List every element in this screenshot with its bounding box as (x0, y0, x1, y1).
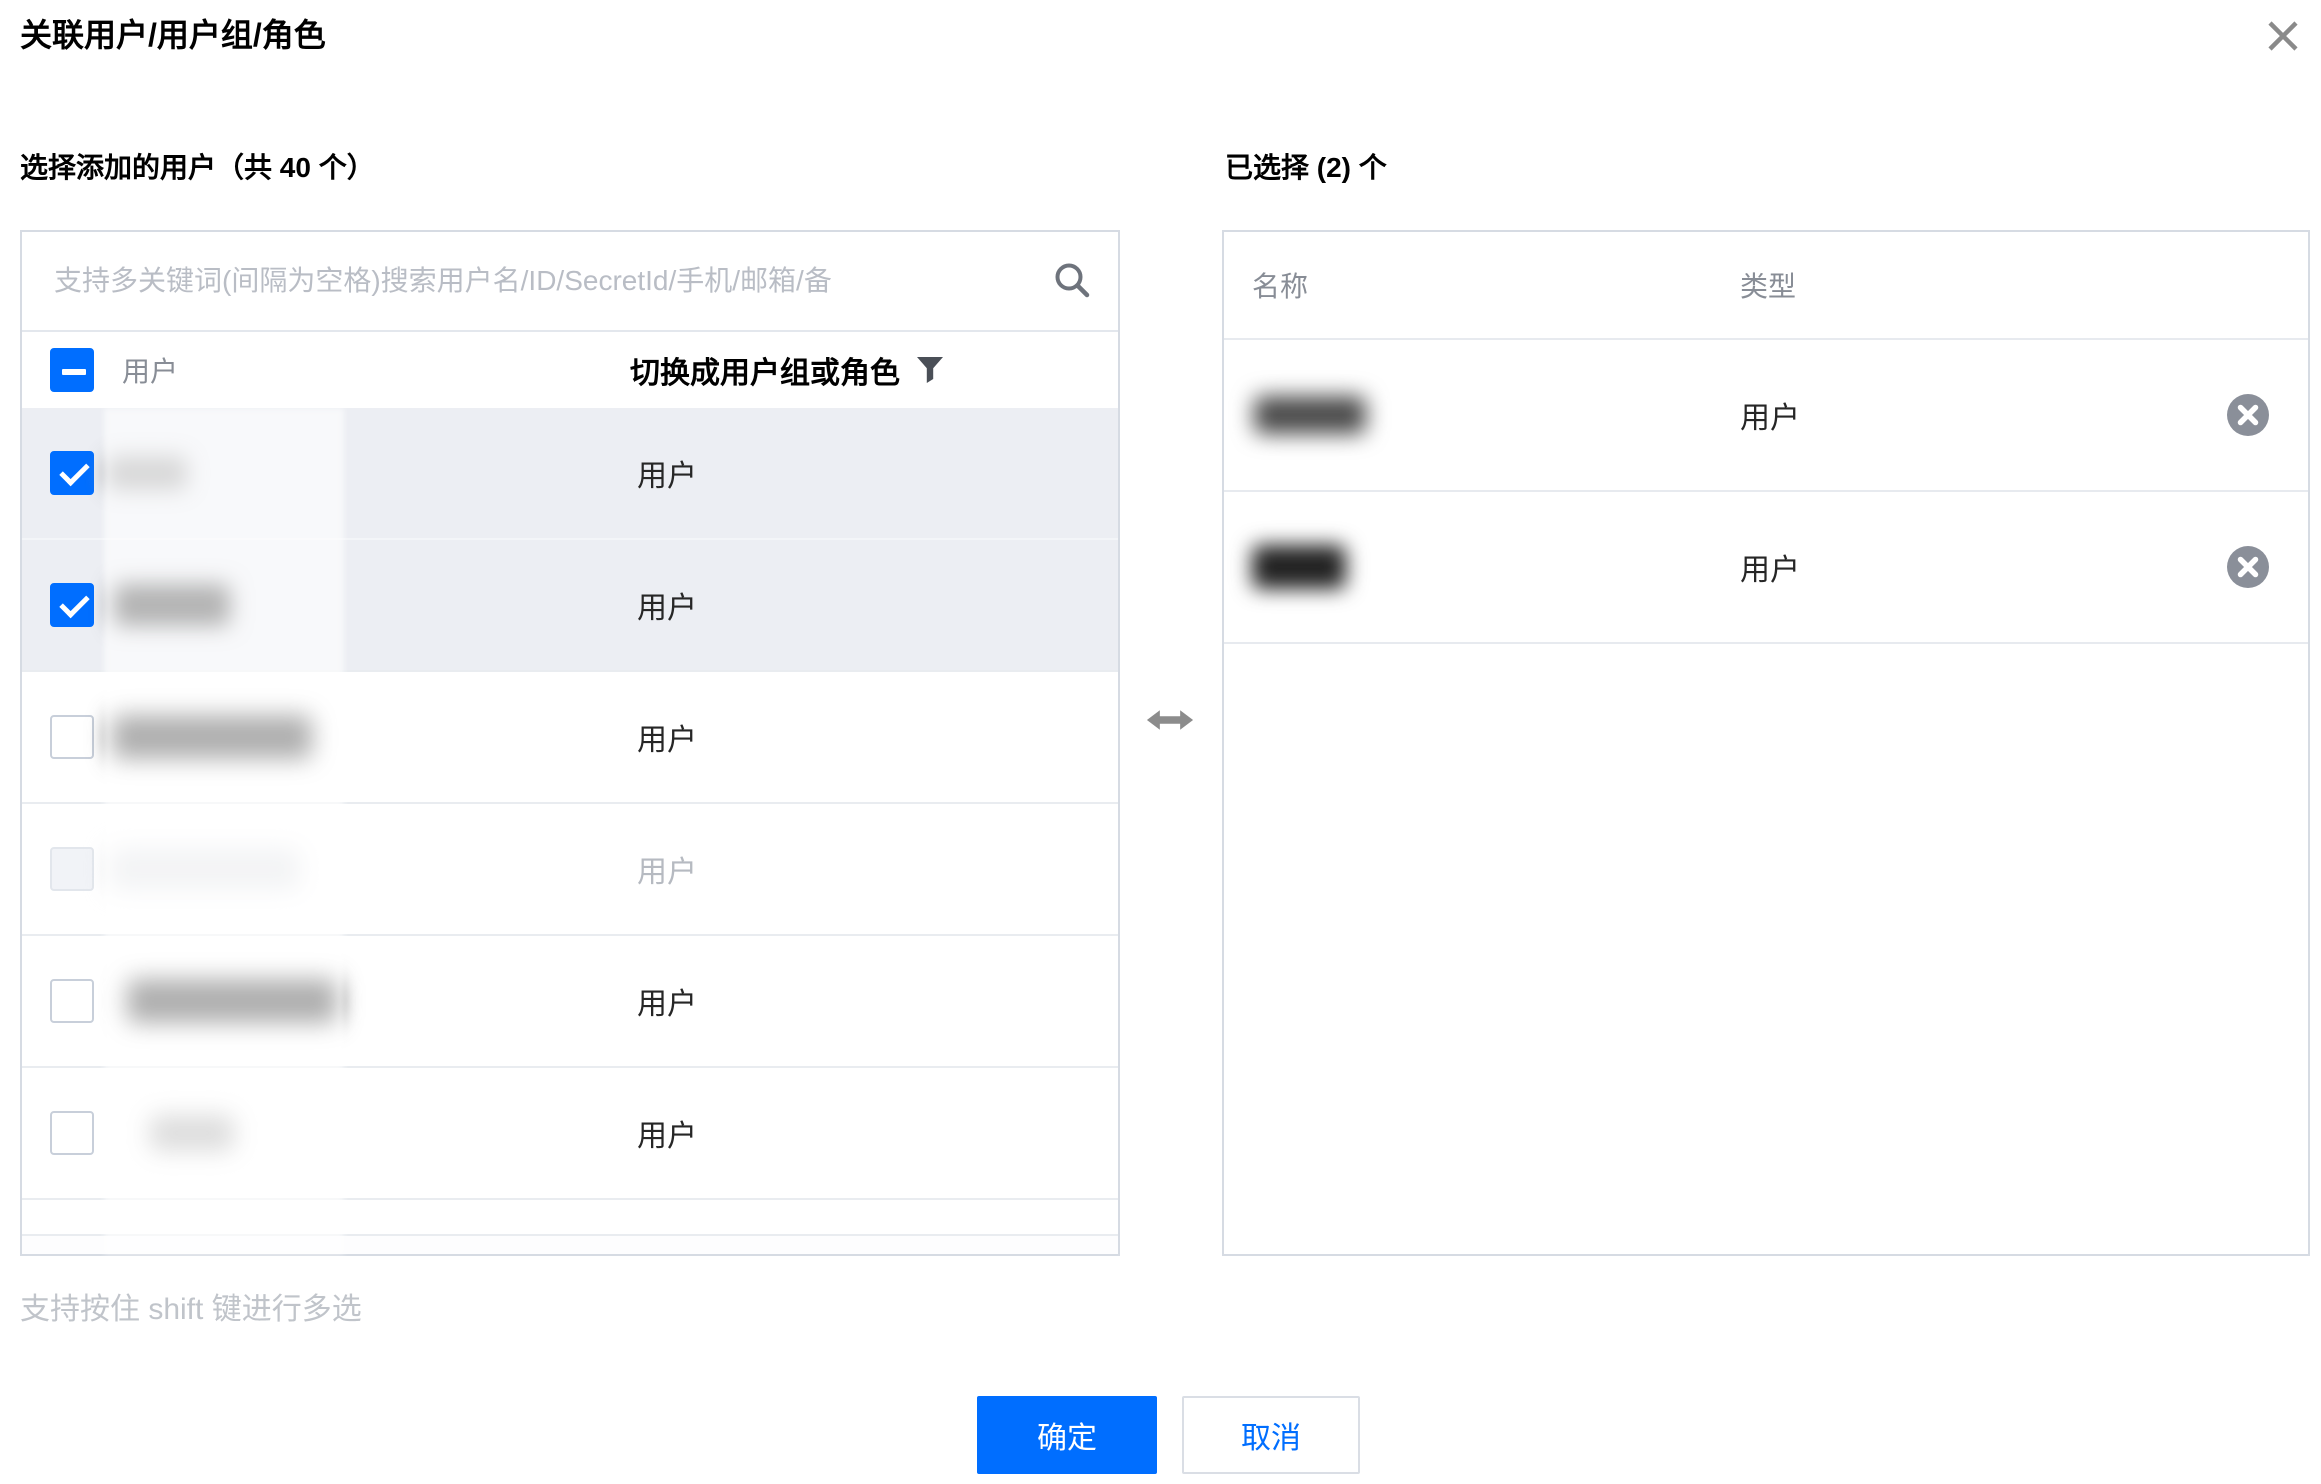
switch-type-filter[interactable]: 切换成用户组或角色 (630, 332, 944, 408)
row-type: 用户 (637, 804, 697, 934)
source-list-header: 用户 切换成用户组或角色 (22, 332, 1118, 408)
redacted-user-name (1254, 396, 1366, 434)
user-row[interactable]: 用户 (22, 936, 1118, 1068)
search-icon[interactable] (1052, 260, 1092, 300)
search-input[interactable] (52, 232, 1012, 330)
row-checkbox[interactable] (50, 451, 94, 495)
dialog-title: 关联用户/用户组/角色 (20, 10, 326, 56)
selected-col-name: 名称 (1252, 232, 1308, 338)
user-row-disabled: 用户 (22, 804, 1118, 936)
remove-icon[interactable] (2226, 545, 2270, 589)
multiselect-hint: 支持按住 shift 键进行多选 (20, 1284, 362, 1328)
row-type: 用户 (637, 936, 697, 1066)
switch-type-label: 切换成用户组或角色 (630, 348, 900, 392)
selected-row-type: 用户 (1740, 340, 1800, 490)
user-row[interactable]: 用户 (22, 540, 1118, 672)
redacted-user-name (110, 848, 300, 890)
partial-next-row (22, 1200, 1118, 1236)
close-icon[interactable] (2261, 14, 2305, 58)
redacted-user-name (150, 1115, 234, 1151)
source-header-type-label: 用户 (122, 332, 178, 408)
source-panel-title: 选择添加的用户（共 40 个） (20, 146, 375, 186)
select-all-checkbox[interactable] (50, 348, 94, 392)
user-row[interactable]: 用户 (22, 408, 1118, 540)
row-checkbox[interactable] (50, 715, 94, 759)
selected-panel-title: 已选择 (2) 个 (1225, 146, 1387, 186)
selected-row: 用户 (1224, 340, 2308, 492)
source-panel: 用户 切换成用户组或角色 用户 用户 用户 用户 (20, 230, 1120, 1256)
redacted-user-name (1252, 545, 1346, 589)
row-checkbox[interactable] (50, 583, 94, 627)
search-bar (22, 232, 1118, 332)
row-checkbox[interactable] (50, 1111, 94, 1155)
selected-row: 用户 (1224, 492, 2308, 644)
filter-funnel-icon (916, 355, 944, 385)
selected-col-type: 类型 (1740, 232, 1796, 338)
selected-panel: 名称 类型 用户 用户 (1222, 230, 2310, 1256)
row-type: 用户 (637, 1068, 697, 1198)
user-row[interactable]: 用户 (22, 1068, 1118, 1200)
row-type: 用户 (637, 408, 697, 538)
remove-icon[interactable] (2226, 393, 2270, 437)
row-type: 用户 (637, 672, 697, 802)
selected-list-header: 名称 类型 (1224, 232, 2308, 340)
selected-row-type: 用户 (1740, 492, 1800, 642)
row-type: 用户 (637, 540, 697, 670)
user-row[interactable]: 用户 (22, 672, 1118, 804)
redacted-user-name (127, 979, 337, 1023)
row-checkbox[interactable] (50, 979, 94, 1023)
close-icon-glyph (2264, 17, 2302, 55)
transfer-arrow-icon (1146, 702, 1194, 738)
redacted-user-name (114, 584, 230, 626)
redacted-user-name (107, 456, 187, 490)
redacted-user-name (112, 715, 312, 759)
row-checkbox-disabled (50, 847, 94, 891)
cancel-button[interactable]: 取消 (1182, 1396, 1360, 1474)
horizontal-scrollbar[interactable] (22, 1236, 1118, 1254)
selected-user-list: 用户 用户 (1224, 340, 2308, 644)
confirm-button[interactable]: 确定 (977, 1396, 1157, 1474)
source-user-list: 用户 用户 用户 用户 用户 用户 (22, 408, 1118, 1200)
